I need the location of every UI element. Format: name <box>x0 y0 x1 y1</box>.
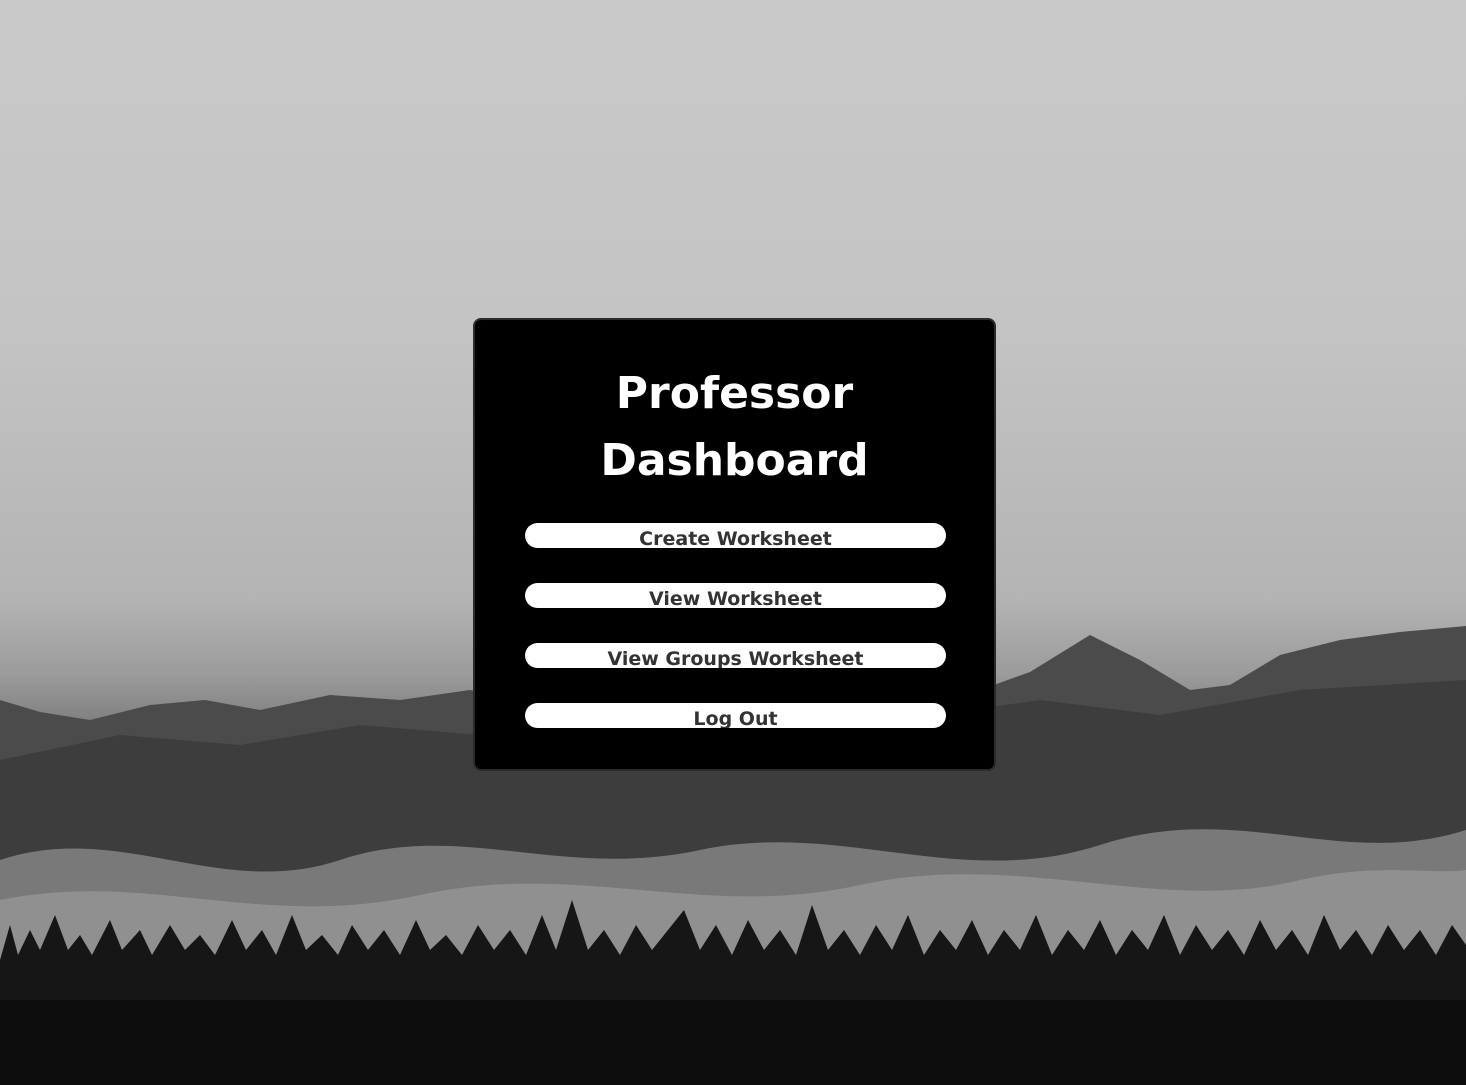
view-worksheet-label: View Worksheet <box>649 588 822 608</box>
view-worksheet-button[interactable]: View Worksheet <box>525 583 946 608</box>
view-groups-worksheet-button[interactable]: View Groups Worksheet <box>525 643 946 668</box>
view-groups-worksheet-label: View Groups Worksheet <box>607 648 864 668</box>
log-out-label: Log Out <box>693 708 778 728</box>
page-title-line-2: Dashboard <box>600 435 869 486</box>
log-out-button[interactable]: Log Out <box>525 703 946 728</box>
create-worksheet-button[interactable]: Create Worksheet <box>525 523 946 548</box>
dashboard-panel: Professor Dashboard Create Worksheet Vie… <box>473 318 996 771</box>
page-title-line-1: Professor <box>615 368 854 419</box>
create-worksheet-label: Create Worksheet <box>639 528 832 548</box>
page-title: Professor Dashboard <box>475 360 994 494</box>
